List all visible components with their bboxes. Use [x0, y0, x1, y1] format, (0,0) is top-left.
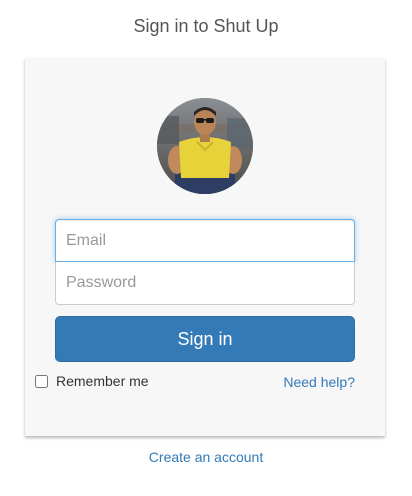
remember-me[interactable]: Remember me — [35, 373, 149, 389]
remember-me-label: Remember me — [56, 373, 149, 389]
need-help-link[interactable]: Need help? — [283, 374, 355, 390]
create-account-link[interactable]: Create an account — [0, 449, 412, 465]
login-card: Sign in Remember me Need help? — [25, 58, 385, 436]
avatar-photo — [157, 98, 253, 194]
email-field[interactable] — [55, 219, 355, 262]
page-title: Sign in to Shut Up — [133, 16, 279, 36]
remember-me-checkbox[interactable] — [35, 374, 48, 388]
sign-in-button[interactable]: Sign in — [55, 316, 355, 362]
profile-avatar — [157, 98, 253, 194]
password-field[interactable] — [55, 262, 355, 305]
